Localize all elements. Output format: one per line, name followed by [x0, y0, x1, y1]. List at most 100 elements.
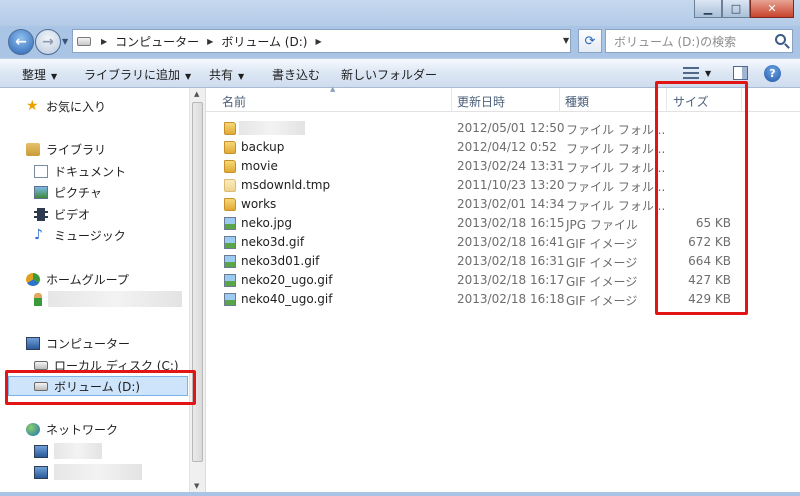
title-bar: ▁ □ ✕ [0, 0, 800, 26]
file-type: GIF イメージ [566, 237, 638, 251]
file-type: JPG ファイル [566, 218, 638, 232]
view-options-icon[interactable] [683, 67, 699, 79]
column-divider[interactable] [451, 88, 452, 112]
folder-icon [224, 160, 236, 173]
organize-button[interactable]: 整理 ▼ [22, 66, 57, 83]
nav-computer[interactable]: コンピューター [26, 333, 130, 353]
new-folder-button[interactable]: 新しいフォルダー [341, 66, 437, 83]
document-icon [34, 164, 48, 178]
recent-pages-dropdown[interactable]: ▼ [62, 37, 68, 46]
scroll-down-icon[interactable]: ▼ [194, 482, 199, 490]
nav-favorites-label: お気に入り [46, 99, 107, 114]
chevron-right-icon[interactable]: ▶ [207, 37, 213, 46]
image-icon [224, 293, 236, 306]
image-icon [224, 255, 236, 268]
file-date: 2013/02/18 16:41 [457, 235, 565, 249]
nav-pictures-label: ピクチャ [54, 185, 102, 200]
nav-pictures[interactable]: ピクチャ [34, 182, 102, 202]
nav-favorites[interactable]: ★ お気に入り [26, 96, 106, 116]
nav-music[interactable]: ♪ ミュージック [34, 225, 126, 245]
network-icon [26, 422, 40, 436]
search-icon[interactable] [775, 34, 786, 45]
burn-button[interactable]: 書き込む [272, 66, 320, 83]
file-date: 2013/02/24 13:31 [457, 159, 565, 173]
add-to-library-label: ライブラリに追加 [84, 68, 181, 82]
file-date: 2013/02/18 16:17 [457, 273, 565, 287]
column-divider[interactable] [559, 88, 560, 112]
nav-network-device[interactable] [34, 441, 102, 461]
nav-homegroup[interactable]: ホームグループ [26, 269, 129, 289]
file-date: 2012/05/01 12:50 [457, 121, 565, 135]
image-icon [224, 236, 236, 249]
file-type: GIF イメージ [566, 275, 638, 289]
star-icon: ★ [26, 97, 39, 114]
help-icon[interactable]: ? [764, 65, 781, 82]
nav-network-device[interactable] [34, 462, 142, 482]
user-icon [34, 292, 42, 306]
redacted-device-name [54, 443, 102, 459]
forward-button[interactable]: → [35, 29, 61, 55]
library-icon [26, 142, 40, 156]
breadcrumb-volume-d[interactable]: ボリューム (D:) [221, 33, 307, 50]
add-to-library-button[interactable]: ライブラリに追加 ▼ [84, 66, 191, 83]
address-row: ← → ▼ ▶ コンピューター ▶ ボリューム (D:) ▶ ▼ ⟳ ボリューム… [0, 26, 800, 58]
search-input[interactable]: ボリューム (D:)の検索 [605, 29, 793, 53]
nav-libraries[interactable]: ライブラリ [26, 139, 106, 159]
nav-network-label: ネットワーク [46, 422, 119, 437]
scroll-thumb[interactable] [192, 102, 203, 462]
organize-label: 整理 [22, 68, 47, 82]
file-date: 2013/02/18 16:18 [457, 292, 565, 306]
chevron-right-icon[interactable]: ▶ [315, 37, 321, 46]
file-name: neko40_ugo.gif [241, 292, 333, 306]
nav-videos[interactable]: ビデオ [34, 204, 90, 224]
image-icon [224, 274, 236, 287]
file-date: 2013/02/18 16:31 [457, 254, 565, 268]
search-placeholder: ボリューム (D:)の検索 [614, 34, 737, 49]
minimize-button[interactable]: ▁ [694, 0, 722, 18]
nav-documents-label: ドキュメント [54, 164, 127, 179]
back-button[interactable]: ← [8, 29, 34, 55]
column-name[interactable]: 名前 [222, 93, 246, 110]
nav-documents[interactable]: ドキュメント [34, 161, 126, 181]
close-button[interactable]: ✕ [750, 0, 794, 18]
scroll-up-icon[interactable]: ▲ [194, 90, 199, 98]
view-dropdown[interactable]: ▼ [705, 69, 711, 78]
nav-scrollbar[interactable]: ▲ ▼ [189, 88, 205, 492]
refresh-button[interactable]: ⟳ [578, 29, 602, 53]
address-history-dropdown[interactable]: ▼ [563, 36, 569, 45]
highlight-size-column [655, 81, 748, 315]
file-name: works [241, 197, 277, 211]
redacted-username [48, 291, 182, 307]
homegroup-icon [26, 272, 40, 286]
file-name: neko3d01.gif [241, 254, 320, 268]
computer-icon [26, 336, 40, 350]
file-type: ファイル フォル... [566, 142, 666, 156]
sort-ascending-icon: ▲ [330, 85, 336, 93]
folder-icon [224, 122, 236, 135]
navigation-pane: ★ お気に入り ライブラリ ドキュメント ピクチャ ビデオ ♪ ミュージック ホ… [0, 88, 205, 492]
file-type: ファイル フォル... [566, 161, 666, 175]
nav-network[interactable]: ネットワーク [26, 419, 118, 439]
preview-pane-icon[interactable] [733, 66, 748, 80]
redacted-file-name [239, 121, 305, 135]
share-button[interactable]: 共有 ▼ [209, 66, 244, 83]
share-label: 共有 [209, 68, 234, 82]
folder-icon [224, 198, 236, 211]
nav-homegroup-label: ホームグループ [46, 272, 129, 287]
drive-icon [77, 36, 91, 46]
new-folder-label: 新しいフォルダー [341, 68, 438, 82]
file-name: backup [241, 140, 285, 154]
file-name: msdownld.tmp [241, 178, 331, 192]
address-bar[interactable]: ▶ コンピューター ▶ ボリューム (D:) ▶ [72, 29, 571, 53]
column-date[interactable]: 更新日時 [457, 93, 505, 110]
maximize-button[interactable]: □ [722, 0, 750, 18]
breadcrumb-computer[interactable]: コンピューター [115, 33, 199, 50]
burn-label: 書き込む [272, 68, 321, 82]
highlight-volume-d [5, 370, 196, 405]
chevron-right-icon[interactable]: ▶ [101, 37, 107, 46]
nav-homegroup-user[interactable] [34, 289, 182, 309]
computer-icon [34, 444, 48, 458]
nav-music-label: ミュージック [54, 228, 126, 243]
column-type[interactable]: 種類 [565, 93, 589, 110]
nav-libraries-label: ライブラリ [46, 142, 107, 157]
